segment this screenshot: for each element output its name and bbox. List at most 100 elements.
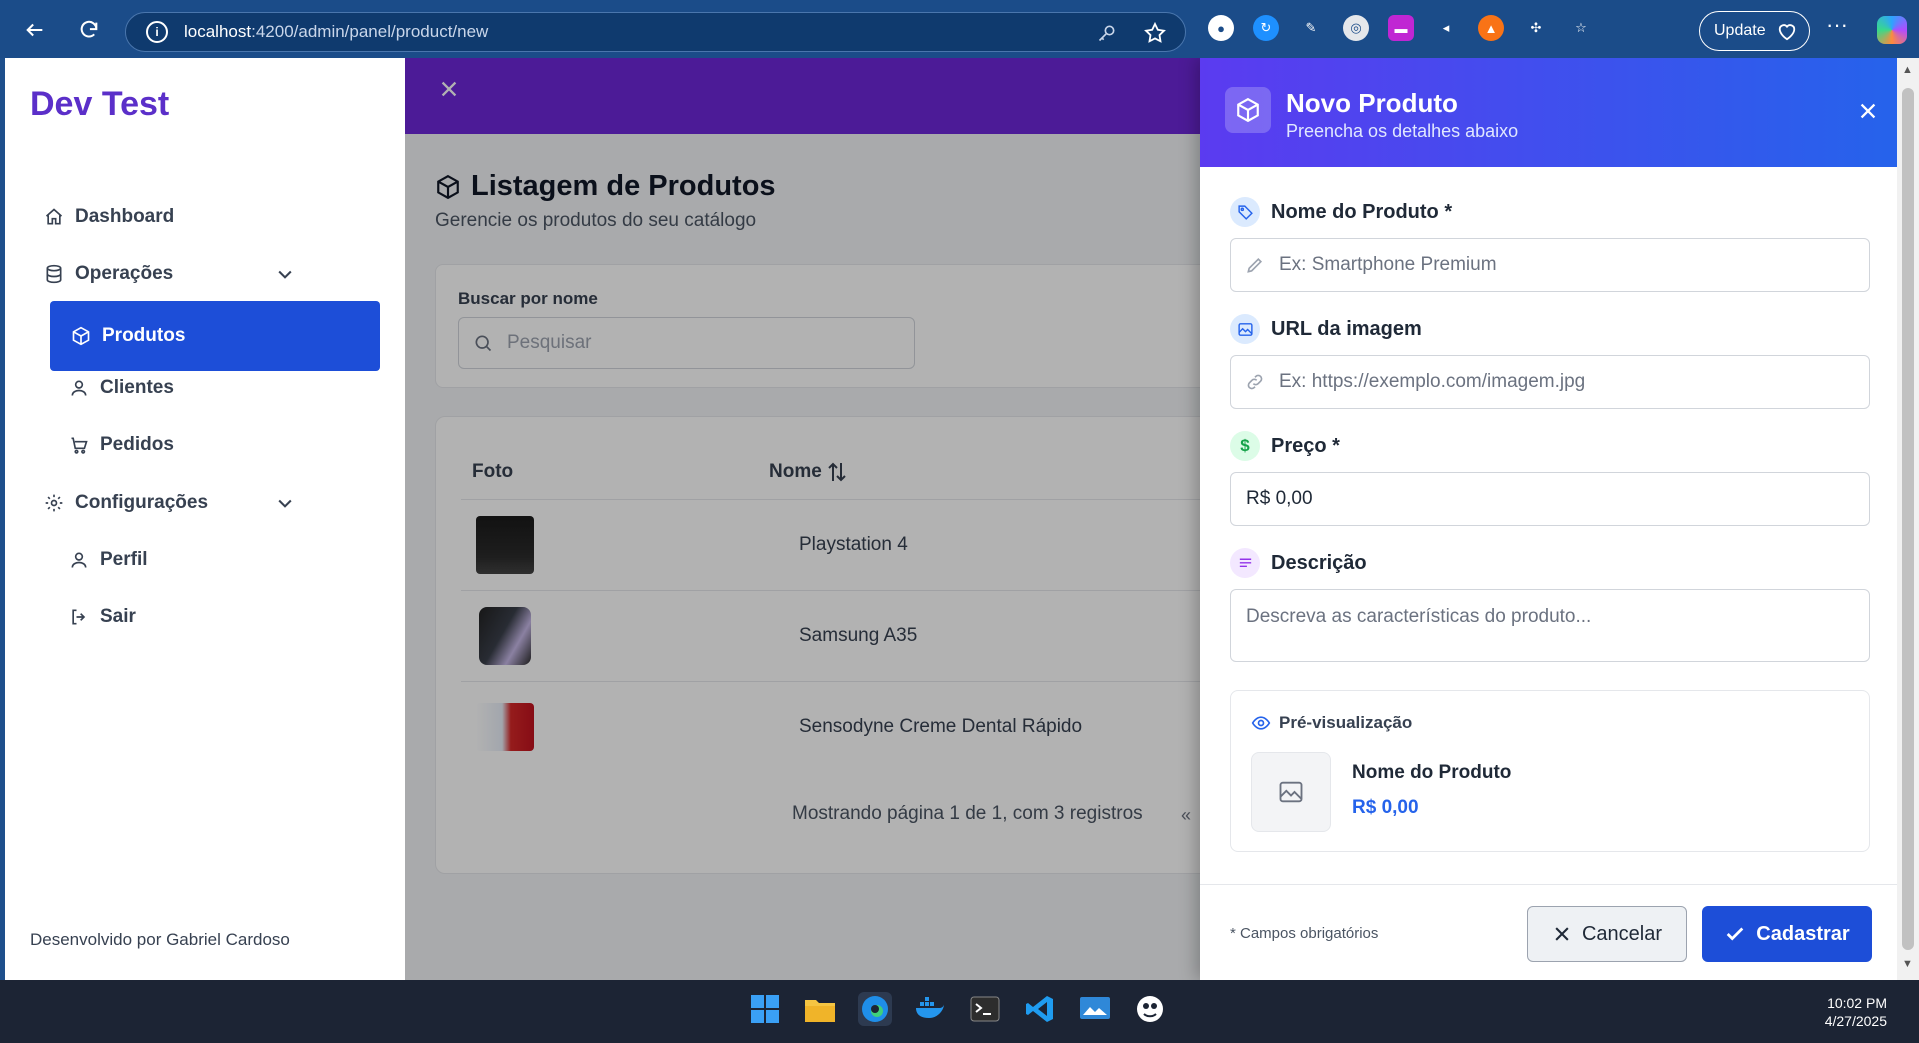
user-icon: [68, 377, 90, 399]
field-label-text: Descrição: [1271, 551, 1367, 574]
drawer-header: Novo Produto Preencha os detalhes abaixo: [1200, 58, 1902, 167]
image-url-placeholder: Ex: https://exemplo.com/imagem.jpg: [1279, 371, 1586, 392]
arrow-left-icon: [26, 23, 43, 37]
key-icon[interactable]: [1097, 23, 1117, 43]
metamask-fox-icon[interactable]: ▲: [1478, 15, 1504, 41]
monitor-app-icon[interactable]: [1078, 992, 1112, 1026]
color-picker-icon[interactable]: ✎: [1298, 15, 1324, 41]
sidebar-item-label: Produtos: [102, 325, 186, 346]
submit-button[interactable]: Cadastrar: [1702, 906, 1872, 962]
reload-button[interactable]: [71, 12, 107, 48]
game-app-icon[interactable]: [1133, 992, 1167, 1026]
product-name-placeholder: Ex: Smartphone Premium: [1279, 254, 1497, 275]
description-label: Descrição: [1230, 548, 1367, 578]
more-options-icon[interactable]: ···: [1826, 12, 1848, 38]
vscode-icon[interactable]: [1023, 992, 1057, 1026]
preview-image-placeholder: [1251, 752, 1331, 832]
url-path: :4200/admin/panel/product/new: [251, 22, 489, 41]
product-name-label: Nome do Produto *: [1230, 197, 1452, 227]
sidebar-item-dashboard[interactable]: Dashboard: [43, 193, 174, 241]
address-bar[interactable]: i localhost:4200/admin/panel/product/new: [125, 12, 1186, 52]
sidebar-item-clientes[interactable]: Clientes: [68, 364, 174, 412]
brand-logo[interactable]: Dev Test: [30, 85, 169, 124]
extensions-puzzle-icon[interactable]: ✣: [1523, 15, 1549, 41]
sidebar-item-pedidos[interactable]: Pedidos: [68, 421, 174, 469]
description-placeholder: Descreva as características do produto..…: [1246, 606, 1592, 627]
sidebar-item-sair[interactable]: Sair: [68, 593, 136, 641]
sidebar-item-label: Configurações: [75, 492, 209, 513]
page-scrollbar[interactable]: ▲ ▼: [1897, 58, 1919, 980]
sidebar-item-label: Dashboard: [75, 206, 175, 227]
sidebar-item-perfil[interactable]: Perfil: [68, 536, 148, 584]
field-label-text: Preço *: [1271, 434, 1340, 457]
update-button[interactable]: Update: [1699, 11, 1810, 51]
close-icon[interactable]: [1857, 100, 1879, 122]
site-info-icon[interactable]: i: [146, 21, 168, 43]
sidebar: Dev Test Dashboard Operações Produtos Cl…: [5, 58, 405, 980]
terminal-icon[interactable]: [968, 992, 1002, 1026]
sidebar-item-produtos[interactable]: Produtos: [50, 301, 380, 371]
product-name-input[interactable]: Ex: Smartphone Premium: [1230, 238, 1870, 292]
close-icon: [1555, 927, 1569, 941]
sidebar-item-label: Pedidos: [100, 434, 174, 455]
box-icon: [70, 325, 92, 347]
extension-1-icon[interactable]: ●: [1208, 15, 1234, 41]
back-button[interactable]: [17, 12, 53, 48]
check-icon: [1726, 927, 1744, 941]
extensions-area: ● ↻ ✎ ◎ ▬ ◂ ▲ ✣ ☆: [1208, 15, 1594, 41]
file-explorer-icon[interactable]: [803, 992, 837, 1026]
description-textarea[interactable]: Descreva as características do produto..…: [1230, 589, 1870, 662]
chevron-down-icon: [278, 499, 292, 508]
scroll-up-icon[interactable]: ▲: [1902, 64, 1913, 76]
price-input[interactable]: R$ 0,00: [1230, 472, 1870, 526]
image-icon: [1230, 314, 1260, 344]
extension-5-icon[interactable]: ▬: [1388, 15, 1414, 41]
home-icon: [43, 206, 65, 228]
new-product-drawer: Novo Produto Preencha os detalhes abaixo…: [1200, 58, 1902, 980]
sidebar-item-label: Perfil: [100, 549, 148, 570]
drawer-subtitle: Preencha os detalhes abaixo: [1286, 121, 1519, 141]
tag-icon: [1230, 197, 1260, 227]
reload-icon: [80, 20, 98, 38]
drawer-title: Novo Produto: [1286, 88, 1458, 118]
image-url-input[interactable]: Ex: https://exemplo.com/imagem.jpg: [1230, 355, 1870, 409]
windows-start-icon[interactable]: [748, 992, 782, 1026]
sidebar-item-label: Clientes: [100, 377, 174, 398]
logout-icon: [68, 606, 90, 628]
favorites-icon[interactable]: ☆: [1568, 15, 1594, 41]
scrollbar-thumb[interactable]: [1902, 88, 1914, 950]
sidebar-item-configuracoes[interactable]: Configurações: [43, 479, 343, 527]
eye-icon: [1251, 716, 1271, 730]
update-label: Update: [1714, 22, 1766, 39]
cancel-label: Cancelar: [1581, 922, 1663, 945]
extension-4-icon[interactable]: ◎: [1343, 15, 1369, 41]
modal-backdrop[interactable]: [405, 58, 1202, 980]
box-icon: [1225, 87, 1271, 133]
copilot-icon[interactable]: [1877, 16, 1907, 44]
favorite-star-icon[interactable]: [1143, 21, 1167, 45]
preview-label: Pré-visualização: [1251, 713, 1412, 733]
database-icon: [43, 263, 65, 285]
drawer-footer: * Campos obrigatórios Cancelar Cadastrar: [1200, 884, 1902, 980]
edge-browser-icon[interactable]: [858, 992, 892, 1026]
gear-icon: [43, 492, 65, 514]
cart-icon: [68, 434, 90, 456]
preview-product-price: R$ 0,00: [1352, 797, 1419, 818]
browser-toolbar: i localhost:4200/admin/panel/product/new…: [0, 0, 1919, 58]
sidebar-item-operacoes[interactable]: Operações: [43, 250, 343, 298]
chevron-down-icon: [278, 270, 292, 279]
scroll-down-icon[interactable]: ▼: [1902, 958, 1913, 970]
system-clock[interactable]: 10:02 PM 4/27/2025: [1825, 994, 1887, 1030]
speaker-icon[interactable]: ◂: [1433, 15, 1459, 41]
docker-icon[interactable]: [913, 992, 947, 1026]
cancel-button[interactable]: Cancelar: [1527, 906, 1687, 962]
image-icon: [1279, 781, 1303, 803]
pencil-icon: [1247, 257, 1263, 273]
price-label: $ Preço *: [1230, 431, 1340, 461]
extension-2-icon[interactable]: ↻: [1253, 15, 1279, 41]
clock-date: 4/27/2025: [1824, 1013, 1887, 1029]
preview-label-text: Pré-visualização: [1279, 713, 1413, 732]
required-fields-note: * Campos obrigatórios: [1230, 925, 1379, 942]
product-preview-card: Pré-visualização Nome do Produto R$ 0,00: [1230, 690, 1870, 852]
field-label-text: Nome do Produto *: [1271, 200, 1453, 223]
